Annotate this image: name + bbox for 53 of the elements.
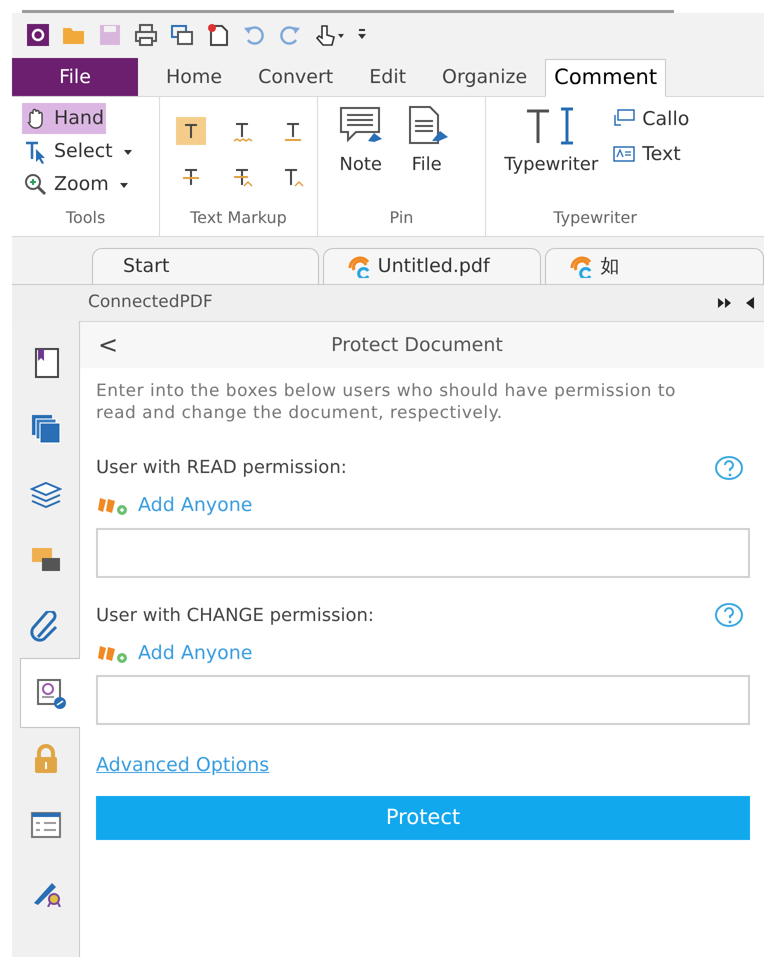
connected-pdf-icon — [568, 256, 594, 278]
text-markup-tool-button[interactable] — [176, 117, 206, 145]
connected-icon — [34, 677, 66, 709]
user-input-field[interactable] — [96, 675, 750, 725]
user-input-field[interactable] — [96, 528, 750, 578]
document-tab[interactable]: Start — [92, 248, 319, 284]
ribbon-tab[interactable]: Edit — [351, 58, 424, 96]
select-text-icon — [24, 140, 48, 164]
sidebar-button[interactable] — [20, 658, 80, 728]
hand-tool-button[interactable]: Hand — [22, 103, 106, 134]
pages-icon — [30, 413, 62, 445]
document-tab[interactable]: Untitled.pdf — [322, 248, 542, 284]
select-tool-button[interactable]: Select — [22, 136, 135, 167]
ribbon-group-label: Pin — [388, 207, 414, 229]
description-text: Enter into the boxes below users who should have permission to read and change the document, respectively. — [96, 380, 677, 424]
redo-icon — [278, 23, 302, 47]
connected-pdf-icon — [346, 256, 372, 278]
windows-icon — [170, 23, 194, 47]
save-icon — [98, 23, 122, 47]
file-menu-tab[interactable]: File — [12, 58, 138, 96]
zoom-icon — [24, 172, 48, 196]
layers-icon — [30, 479, 62, 511]
collapse-icon — [746, 297, 754, 309]
typewriter-button[interactable]: Typewriter — [504, 105, 598, 206]
touch-hand-icon — [314, 23, 344, 47]
help-icon — [714, 454, 744, 480]
ribbon-tab[interactable]: Organize — [424, 58, 546, 96]
undo-icon — [242, 23, 266, 47]
help-icon — [714, 602, 744, 628]
form-icon — [30, 809, 62, 841]
permission-label: User with READ permission: — [96, 456, 347, 480]
ribbon-tab[interactable]: Home — [148, 58, 240, 96]
ribbon-group-label: Text Markup — [189, 207, 288, 229]
permission-label: User with CHANGE permission: — [96, 604, 374, 628]
zoom-tool-button[interactable]: Zoom — [22, 169, 131, 200]
ribbon-group-label: Tools — [64, 207, 106, 229]
textbox-button[interactable]: Text — [612, 140, 690, 168]
back-button[interactable]: < — [80, 327, 130, 363]
app-logo-icon — [26, 23, 50, 47]
panel-title: ConnectedPDF — [88, 291, 214, 314]
callout-button[interactable]: Callo — [612, 105, 690, 134]
text-box-icon — [612, 144, 636, 164]
ribbon-group-label: Typewriter — [552, 207, 638, 229]
note-pin-icon — [338, 105, 384, 145]
ribbon-tab[interactable]: Comment — [545, 59, 666, 97]
panel-heading: Protect Document — [330, 332, 504, 358]
printer-icon — [134, 23, 158, 47]
expand-icon — [718, 298, 732, 308]
ribbon-tab[interactable]: Convert — [240, 58, 352, 96]
file-pin-button[interactable]: File — [404, 105, 450, 206]
note-pin-button[interactable]: Note — [338, 105, 384, 206]
document-tab[interactable]: 如 — [545, 248, 764, 284]
new-page-icon — [206, 23, 230, 47]
